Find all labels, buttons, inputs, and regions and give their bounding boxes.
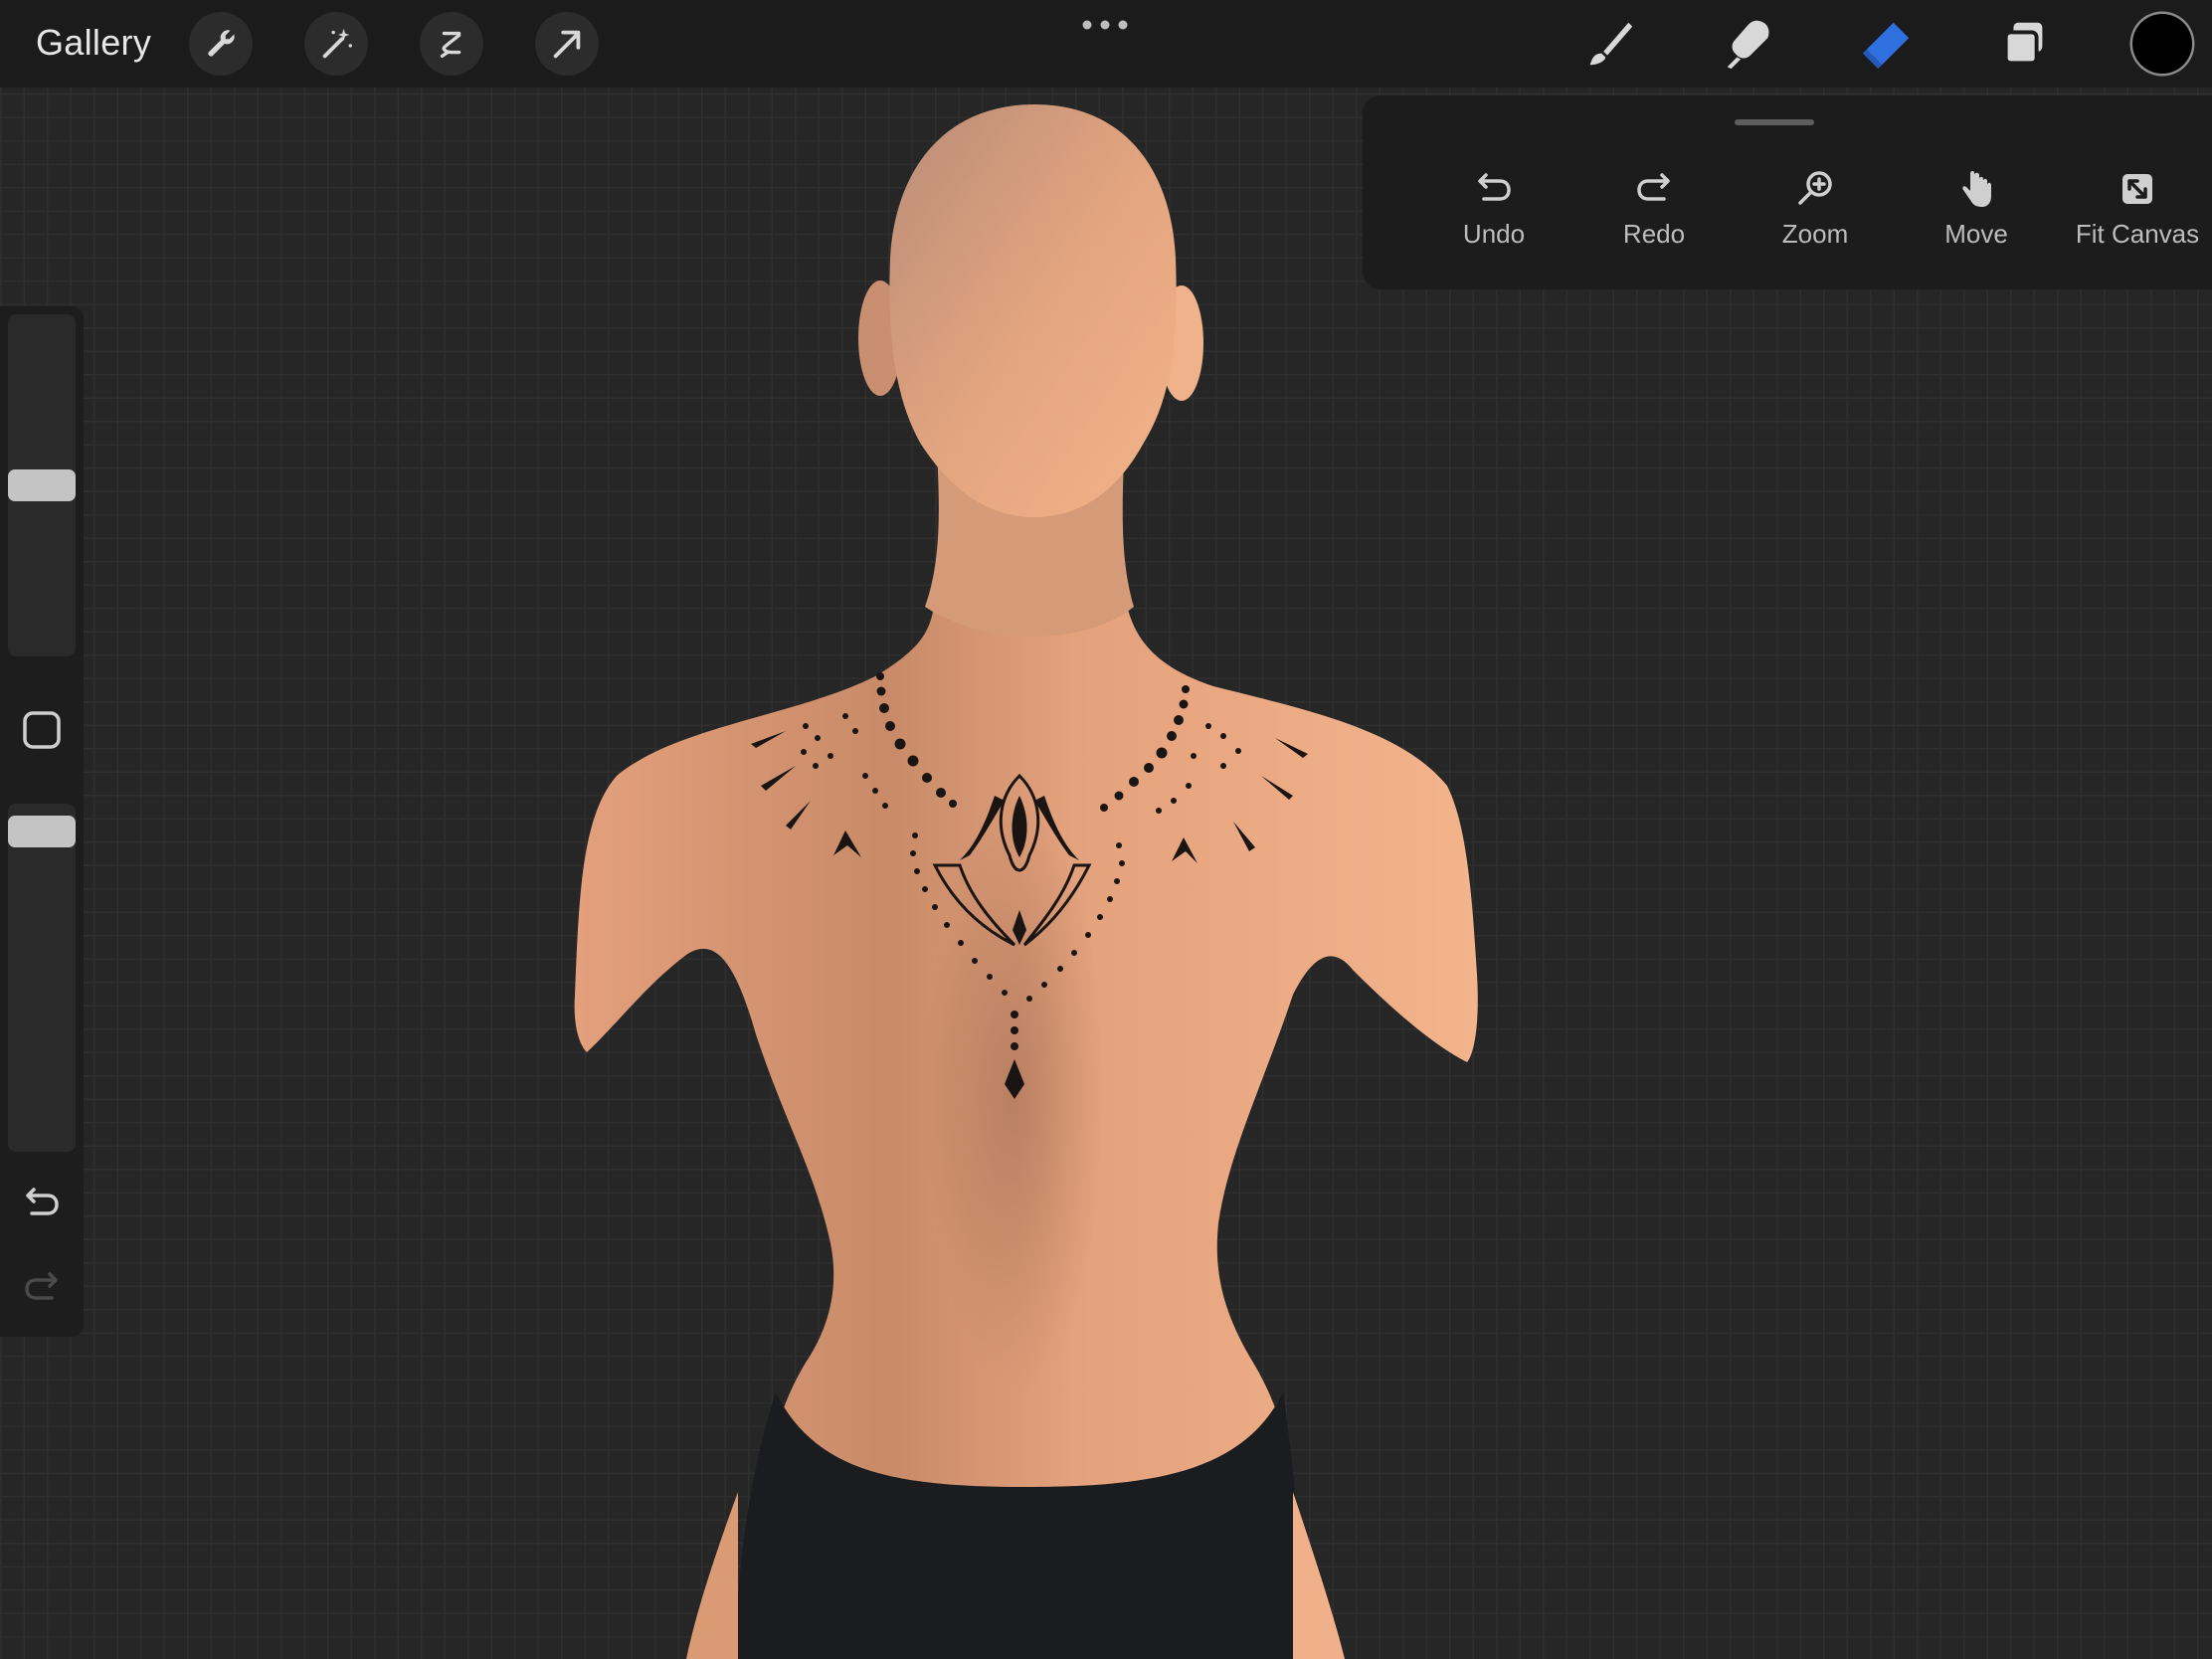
transform-arrow-icon: [553, 30, 581, 59]
brush-icon: [1589, 22, 1633, 66]
actions-button[interactable]: [189, 12, 253, 76]
paint-tool-button[interactable]: [1577, 12, 1641, 76]
head-shape: [889, 104, 1177, 517]
quick-menu-panel: Undo Redo Zoom Move Fit Canvas: [1363, 95, 2212, 289]
panel-drag-handle[interactable]: [1735, 119, 1814, 125]
quick-undo-button[interactable]: Undo: [1414, 167, 1573, 250]
gallery-button[interactable]: Gallery: [36, 22, 151, 64]
ellipsis-icon[interactable]: [1080, 18, 1130, 32]
layers-button[interactable]: [1993, 12, 2057, 76]
quick-fit-canvas-label: Fit Canvas: [2075, 219, 2200, 249]
eraser-icon: [1862, 22, 1910, 70]
opacity-slider[interactable]: [8, 804, 76, 1152]
quick-redo-label: Redo: [1622, 219, 1686, 249]
quick-zoom-button[interactable]: Zoom: [1736, 167, 1895, 250]
layers-icon: [2003, 22, 2043, 66]
eraser-tool-button[interactable]: [1854, 12, 1918, 76]
procreate-app: Gallery Undo Redo Zoom Move Fit Canvas: [0, 0, 2212, 1659]
transform-button[interactable]: [535, 12, 599, 76]
magic-wand-icon: [322, 28, 352, 59]
brush-size-slider-thumb[interactable]: [8, 469, 76, 501]
quick-zoom-label: Zoom: [1781, 219, 1849, 249]
square-icon[interactable]: [22, 710, 62, 750]
smudge-icon: [1727, 20, 1769, 70]
quick-fit-canvas-button[interactable]: Fit Canvas: [2058, 167, 2212, 250]
undo-icon[interactable]: [20, 1182, 64, 1225]
quick-move-button[interactable]: Move: [1897, 167, 2056, 250]
wrench-icon: [208, 30, 235, 57]
zoom-icon: [1798, 171, 1832, 205]
redo-icon: [1637, 173, 1670, 201]
opacity-slider-thumb[interactable]: [8, 816, 76, 847]
adjustments-button[interactable]: [304, 12, 368, 76]
quick-undo-label: Undo: [1462, 219, 1526, 249]
quick-redo-button[interactable]: Redo: [1574, 167, 1734, 250]
color-picker-swatch[interactable]: [2132, 14, 2192, 74]
selection-icon: [440, 31, 461, 59]
redo-icon[interactable]: [20, 1266, 64, 1310]
smudge-tool-button[interactable]: [1715, 12, 1778, 76]
quick-move-label: Move: [1944, 219, 2008, 249]
hand-icon: [1962, 171, 1991, 207]
undo-icon: [1478, 173, 1511, 201]
fit-canvas-icon: [2122, 174, 2152, 204]
selection-button[interactable]: [420, 12, 483, 76]
top-toolbar: Gallery: [0, 0, 2212, 88]
left-sidebar: [0, 306, 84, 1337]
